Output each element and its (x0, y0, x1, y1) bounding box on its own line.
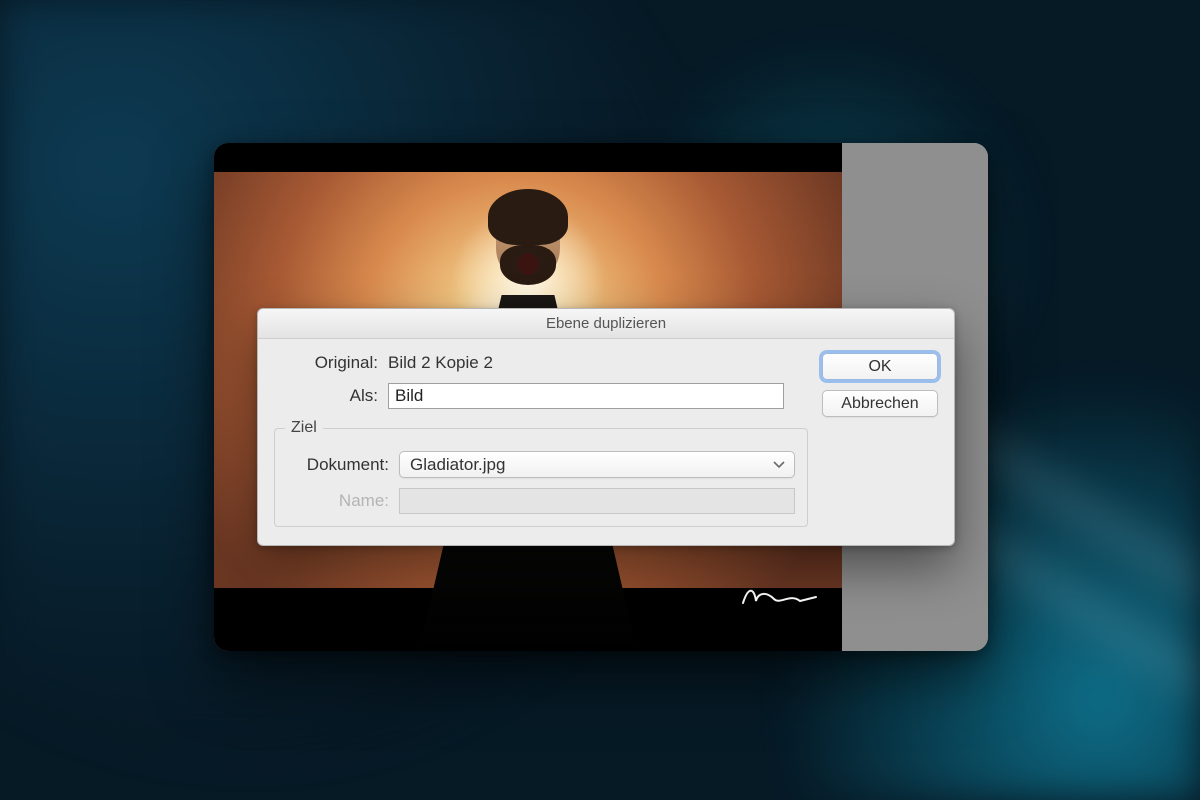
duplicate-layer-dialog: Ebene duplizieren Original: Bild 2 Kopie… (257, 308, 955, 546)
name-label: Name: (285, 491, 399, 511)
as-input[interactable] (388, 383, 784, 409)
name-input (399, 488, 795, 514)
original-label: Original: (274, 353, 388, 373)
destination-legend: Ziel (285, 419, 323, 437)
dialog-title: Ebene duplizieren (258, 309, 954, 339)
as-label: Als: (274, 386, 388, 406)
document-label: Dokument: (285, 455, 399, 475)
document-select-value: Gladiator.jpg (410, 455, 505, 475)
cancel-button[interactable]: Abbrechen (822, 390, 938, 417)
ok-button[interactable]: OK (822, 353, 938, 380)
destination-fieldset: Ziel Dokument: Gladiator.jpg Name: (274, 419, 808, 527)
original-value: Bild 2 Kopie 2 (388, 353, 493, 373)
artist-signature (740, 583, 820, 609)
document-select[interactable]: Gladiator.jpg (399, 451, 795, 478)
chevron-down-icon (773, 461, 785, 469)
